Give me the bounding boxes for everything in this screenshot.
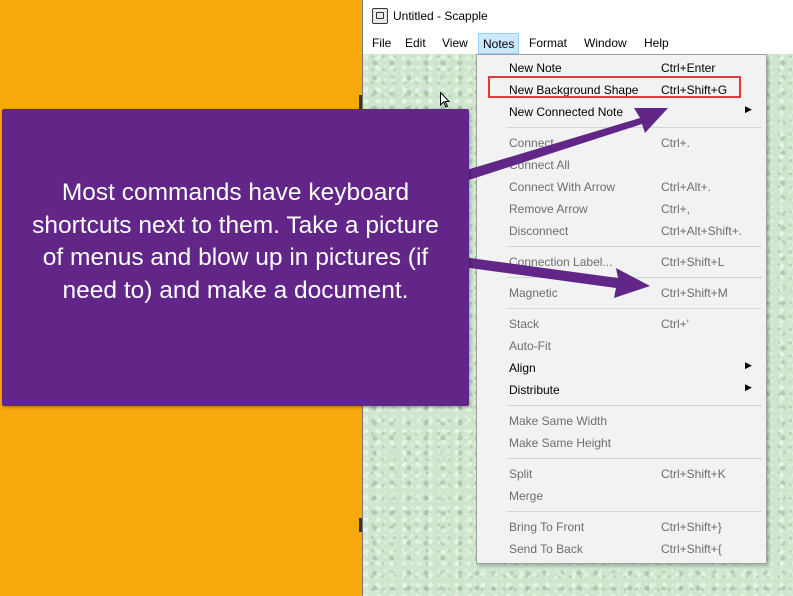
- instruction-callout: Most commands have keyboard shortcuts ne…: [2, 109, 469, 406]
- callout-text: Most commands have keyboard shortcuts ne…: [32, 179, 439, 304]
- arrow-to-magnetic-shortcut: [440, 254, 650, 298]
- arrow-to-menu-shortcut: [440, 108, 668, 188]
